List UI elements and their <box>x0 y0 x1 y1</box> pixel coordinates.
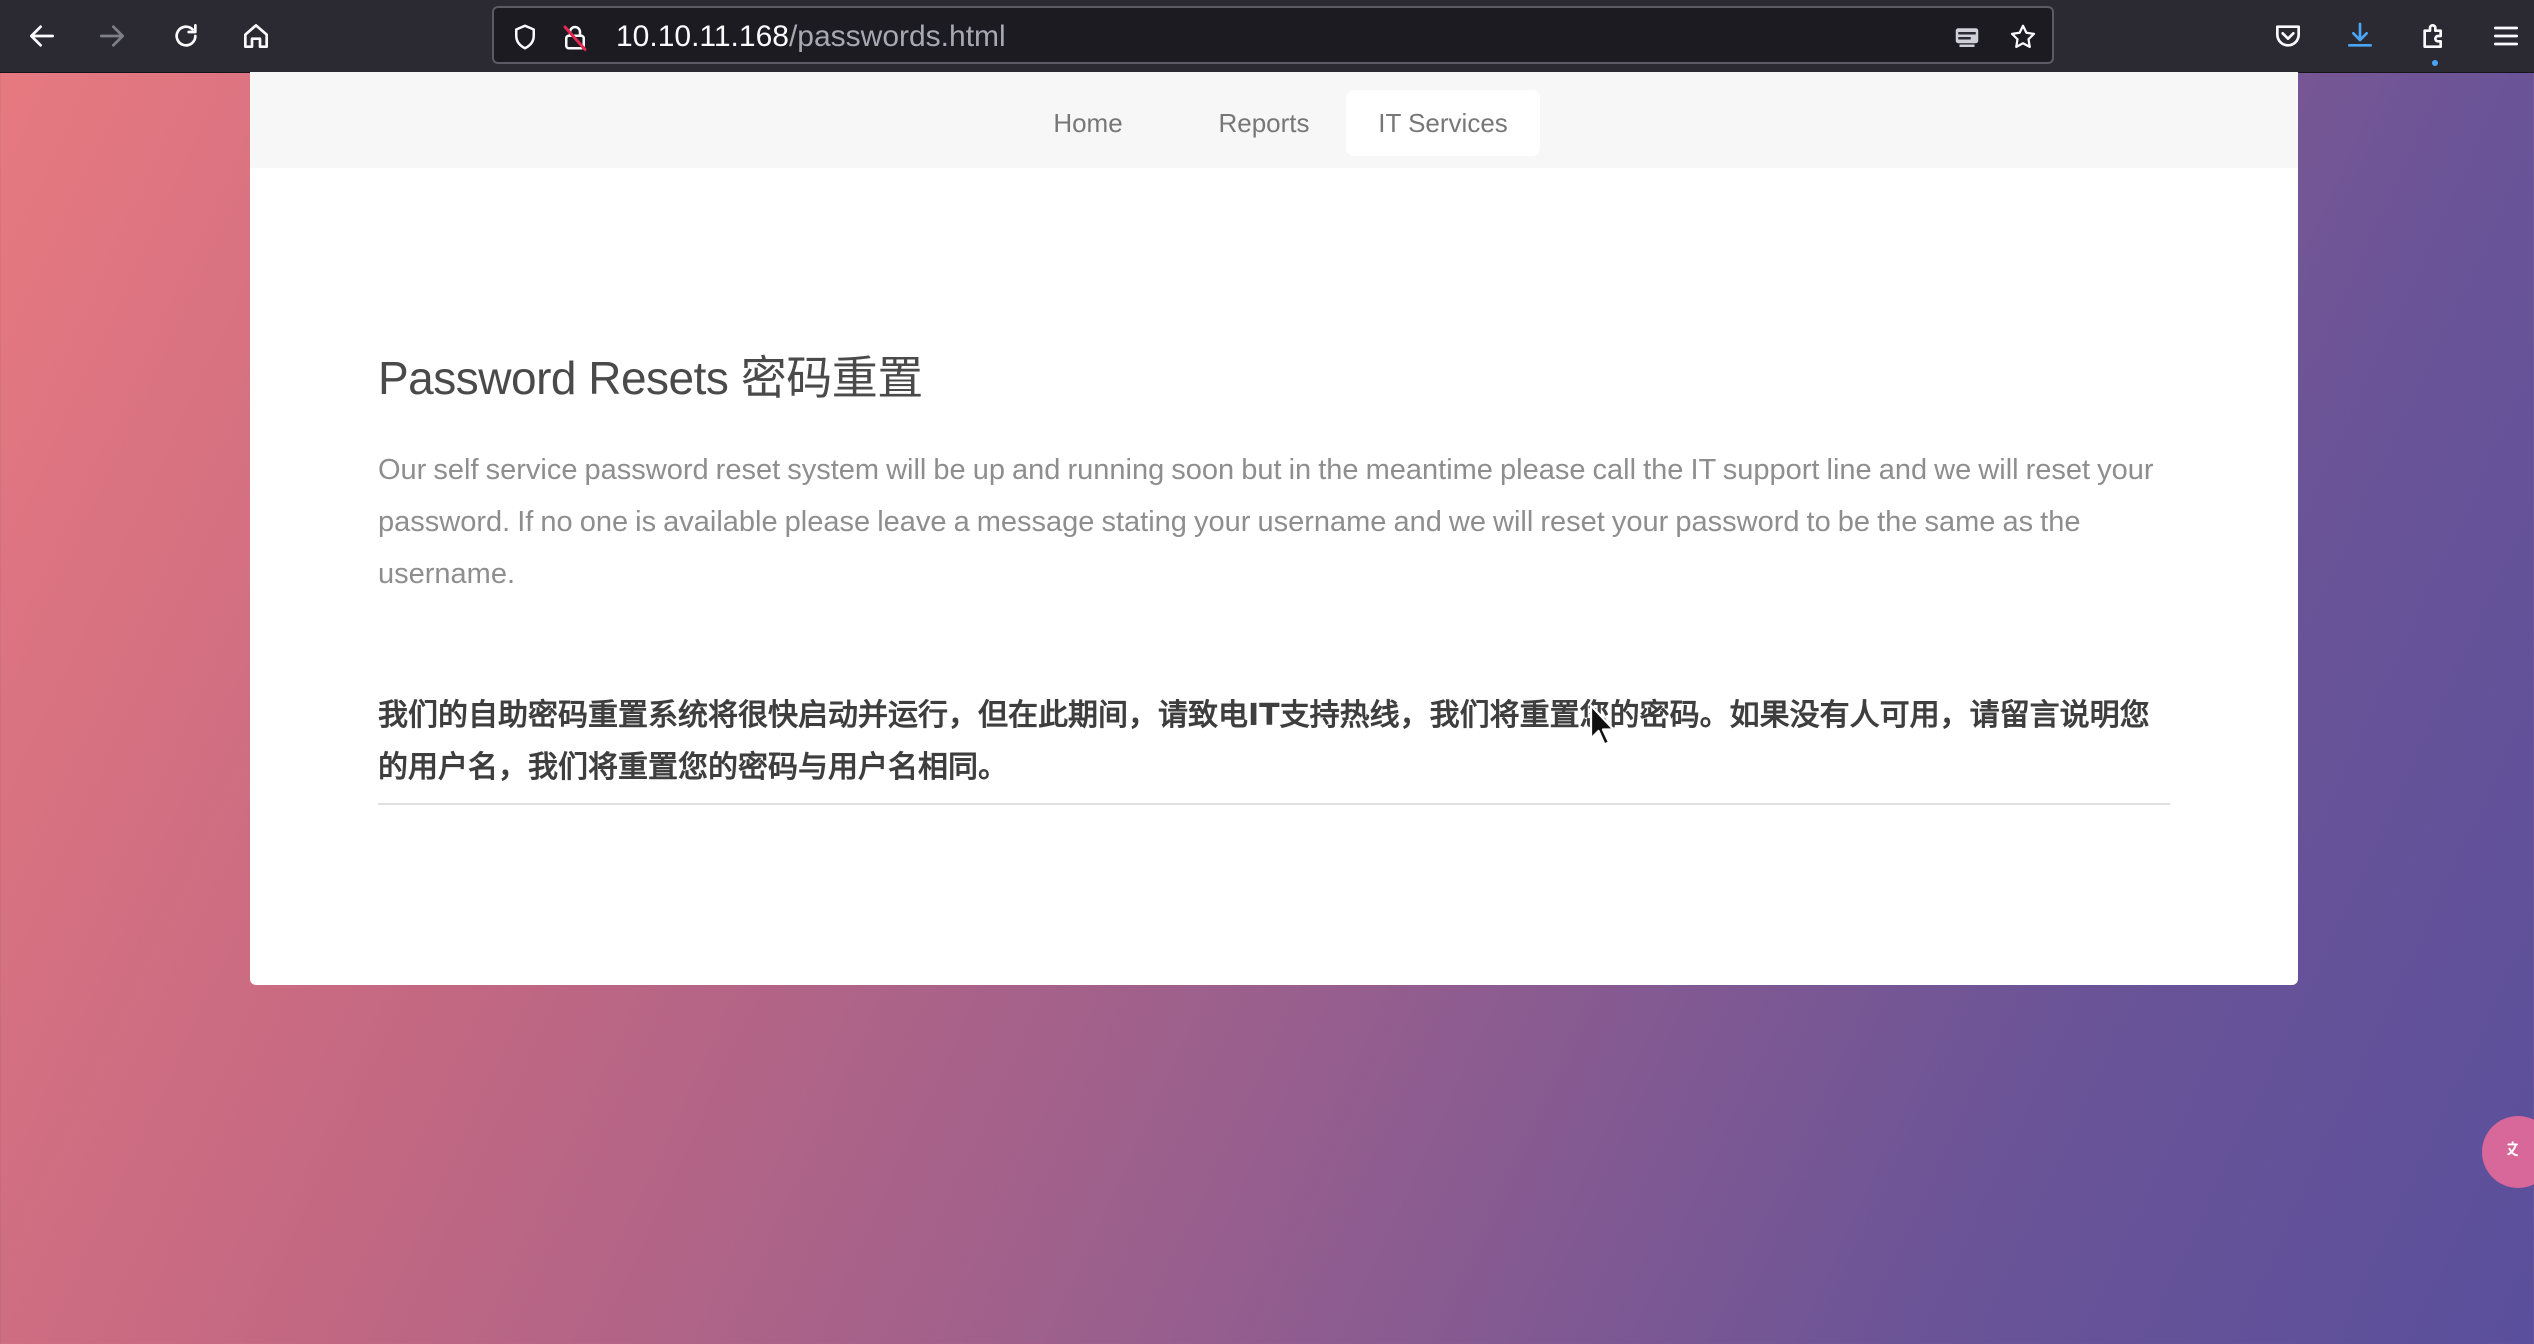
url-text[interactable]: 10.10.11.168/passwords.html <box>616 20 1006 54</box>
url-bar[interactable]: 10.10.11.168/passwords.html <box>492 6 2054 64</box>
description-chinese: 我们的自助密码重置系统将很快启动并运行，但在此期间，请致电IT支持热线，我们将重… <box>378 698 2150 785</box>
back-arrow-icon <box>30 25 54 47</box>
content-card: Home Reports IT Services Password Resets… <box>250 72 2298 985</box>
reload-button[interactable] <box>164 14 208 58</box>
forward-button[interactable] <box>90 14 134 58</box>
reload-icon <box>175 24 197 47</box>
home-button[interactable] <box>234 14 278 58</box>
notification-dot <box>2432 60 2438 66</box>
home-icon <box>244 24 268 48</box>
pocket-icon <box>2276 25 2300 47</box>
browser-toolbar: 10.10.11.168/passwords.html <box>0 0 2534 73</box>
hamburger-menu-icon <box>2494 26 2518 46</box>
url-host: 10.10.11.168 <box>616 20 789 53</box>
nav-item-it-services[interactable]: IT Services <box>1346 90 1540 156</box>
puzzle-icon <box>2423 24 2442 48</box>
back-button[interactable] <box>20 14 64 58</box>
page-title: Password Resets 密码重置 <box>378 352 923 404</box>
menu-button[interactable] <box>2484 14 2528 58</box>
url-path: /passwords.html <box>788 20 1006 53</box>
top-nav: Home Reports IT Services <box>250 72 2298 168</box>
divider <box>378 803 2170 805</box>
downloads-button[interactable] <box>2338 14 2382 58</box>
reader-view-icon[interactable] <box>1950 20 1984 54</box>
forward-arrow-icon <box>100 25 124 47</box>
nav-item-reports[interactable]: Reports <box>1186 90 1342 156</box>
translate-icon <box>2507 1141 2518 1157</box>
description-english: Our self service password reset system w… <box>378 454 2154 590</box>
download-icon <box>2348 22 2372 47</box>
extensions-button[interactable] <box>2412 14 2456 66</box>
translate-button[interactable] <box>2482 1116 2534 1188</box>
insecure-lock-icon[interactable] <box>558 20 592 54</box>
shield-icon[interactable] <box>508 20 542 54</box>
mouse-cursor-icon <box>1589 704 1615 746</box>
star-icon[interactable] <box>2006 20 2040 54</box>
nav-item-home[interactable]: Home <box>1020 90 1156 156</box>
pocket-button[interactable] <box>2266 14 2310 58</box>
